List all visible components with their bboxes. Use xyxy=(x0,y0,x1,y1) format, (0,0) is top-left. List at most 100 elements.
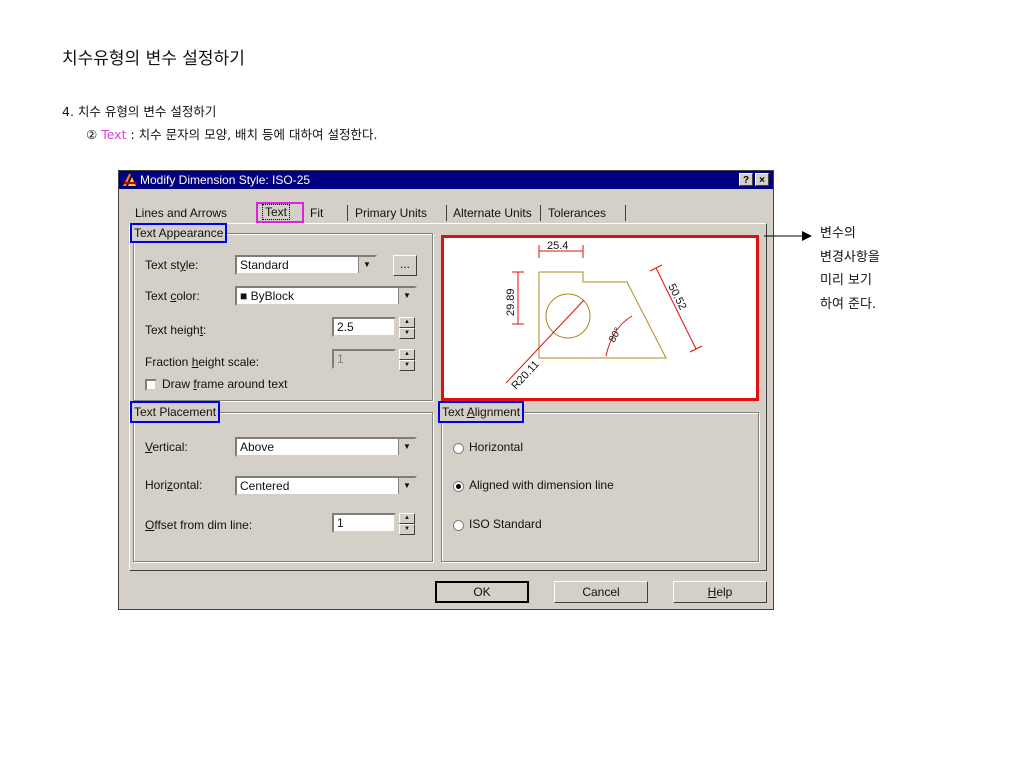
tab-tolerances[interactable]: Tolerances xyxy=(544,204,610,222)
preview-panel: 25.4 29.89 50.52 80° R20.11 xyxy=(441,235,759,401)
subtitle: ② Text : 치수 문자의 모양, 배치 등에 대하여 설정한다. xyxy=(86,124,377,143)
dim-ext-right xyxy=(649,264,663,272)
label-part: lignment xyxy=(474,405,521,419)
vertical-value: Above xyxy=(240,440,275,454)
autocad-app-icon xyxy=(123,174,136,186)
spin-up-icon[interactable]: ▲ xyxy=(399,349,415,360)
subtitle-keyword: Text xyxy=(101,127,127,142)
fraction-height-input[interactable]: 1 xyxy=(332,349,396,369)
subtitle-rest: : 치수 문자의 모양, 배치 등에 대하여 설정한다. xyxy=(126,127,378,142)
text-height-input[interactable]: 2.5 xyxy=(332,317,396,337)
label-part: Fraction xyxy=(145,355,192,369)
side-note-line: 미리 보기 xyxy=(820,273,872,288)
label-part: Text heigh xyxy=(145,323,200,337)
side-note-line: 변수의 xyxy=(820,226,856,241)
label-part: Text xyxy=(145,289,171,303)
fraction-height-label: Fraction height scale: xyxy=(145,355,259,369)
dimension-preview-drawing: 25.4 29.89 50.52 80° R20.11 xyxy=(505,240,703,393)
draw-frame-checkbox[interactable] xyxy=(145,379,157,391)
side-note-line: 하여 준다. xyxy=(820,296,877,312)
text-style-label: Text style: xyxy=(145,258,198,272)
tab-alternate-units[interactable]: Alternate Units xyxy=(449,204,536,222)
text-color-select[interactable]: ■ ByBlock ▼ xyxy=(235,286,417,306)
dim-text-right: 50.52 xyxy=(665,282,688,312)
horizontal-label: Horizontal: xyxy=(145,478,202,492)
radio-iso-standard-label: ISO Standard xyxy=(469,517,542,531)
text-color-value: ByBlock xyxy=(250,289,294,303)
close-icon[interactable]: × xyxy=(755,173,769,186)
text-placement-legend: Text Placement xyxy=(130,401,221,423)
dim-text-radius: R20.11 xyxy=(509,359,541,393)
text-appearance-legend: Text Appearance xyxy=(130,223,228,243)
text-style-browse-button[interactable]: ... xyxy=(393,255,417,276)
vertical-label: Vertical: xyxy=(145,440,188,454)
tab-fit[interactable]: Fit xyxy=(306,204,327,222)
color-swatch-icon: ■ xyxy=(240,289,248,303)
spin-up-icon[interactable]: ▲ xyxy=(399,317,415,328)
text-height-spinner[interactable]: ▲ ▼ xyxy=(399,317,415,339)
dim-text-top: 25.4 xyxy=(547,240,568,252)
dim-ext-right xyxy=(689,345,703,353)
label-part: eight scale: xyxy=(198,355,260,369)
label-part: ertical: xyxy=(152,440,188,454)
label-part: ontal: xyxy=(173,478,203,492)
text-alignment-legend: Text Alignment xyxy=(438,401,525,423)
tab-primary-units[interactable]: Primary Units xyxy=(351,204,431,222)
spin-down-icon[interactable]: ▼ xyxy=(399,360,415,371)
tab-separator xyxy=(540,205,541,221)
fraction-height-spinner[interactable]: ▲ ▼ xyxy=(399,349,415,371)
chevron-down-icon[interactable]: ▼ xyxy=(398,439,415,455)
text-style-select[interactable]: Standard ▼ xyxy=(235,255,377,275)
chevron-down-icon[interactable]: ▼ xyxy=(358,257,375,273)
chevron-down-icon[interactable]: ▼ xyxy=(398,478,415,494)
dim-text-left: 29.89 xyxy=(505,288,517,316)
dialog-titlebar[interactable]: Modify Dimension Style: ISO-25 ? × xyxy=(119,171,773,189)
help-button[interactable]: Help xyxy=(673,581,767,603)
label-part: olor: xyxy=(176,289,200,303)
radio-aligned[interactable] xyxy=(453,481,464,492)
horizontal-value: Centered xyxy=(240,479,290,493)
tab-separator xyxy=(347,205,348,221)
label-mnemonic: O xyxy=(145,518,155,532)
text-height-label: Text height: xyxy=(145,323,206,337)
spin-down-icon[interactable]: ▼ xyxy=(399,328,415,339)
cancel-button[interactable]: Cancel xyxy=(554,581,648,603)
radio-aligned-label: Aligned with dimension line xyxy=(469,478,614,492)
label-part: rame around text xyxy=(196,377,288,391)
side-note-line: 변경사항을 xyxy=(820,249,880,265)
label-part: Draw xyxy=(162,377,194,391)
modify-dimension-style-dialog: Modify Dimension Style: ISO-25 ? × Lines… xyxy=(118,170,774,610)
text-style-value: Standard xyxy=(240,258,289,272)
label-part: Text xyxy=(442,405,467,419)
tab-lines-and-arrows[interactable]: Lines and Arrows xyxy=(131,204,231,222)
label-part: : xyxy=(203,323,207,337)
label-part: Hori xyxy=(145,478,168,492)
spin-down-icon[interactable]: ▼ xyxy=(399,524,415,535)
label-part: ffset from dim line: xyxy=(154,518,253,532)
radio-iso-standard[interactable] xyxy=(453,520,464,531)
label-part: le: xyxy=(185,258,199,272)
ok-button[interactable]: OK xyxy=(435,581,529,603)
tab-text[interactable]: Text xyxy=(256,202,304,223)
radio-horizontal[interactable] xyxy=(453,443,464,454)
page-title: 치수유형의 변수 설정하기 xyxy=(62,49,245,69)
offset-input[interactable]: 1 xyxy=(332,513,396,533)
offset-label: Offset from dim line: xyxy=(145,518,252,532)
tab-separator xyxy=(625,205,626,221)
spin-up-icon[interactable]: ▲ xyxy=(399,513,415,524)
offset-spinner[interactable]: ▲ ▼ xyxy=(399,513,415,535)
tab-text-label: Text xyxy=(262,204,291,220)
label-mnemonic: A xyxy=(466,405,475,419)
horizontal-select[interactable]: Centered ▼ xyxy=(235,476,417,496)
dialog-title: Modify Dimension Style: ISO-25 xyxy=(140,173,311,187)
side-note: 변수의 변경사항을 미리 보기 하여 준다. xyxy=(820,222,880,316)
chevron-down-icon[interactable]: ▼ xyxy=(398,288,415,304)
draw-frame-label: Draw frame around text xyxy=(162,377,287,391)
tab-separator xyxy=(446,205,447,221)
preview-outline xyxy=(538,271,667,359)
section-title: 4. 치수 유형의 변수 설정하기 xyxy=(62,104,217,119)
text-color-label: Text color: xyxy=(145,289,200,303)
help-question-icon[interactable]: ? xyxy=(739,173,753,186)
vertical-select[interactable]: Above ▼ xyxy=(235,437,417,457)
arrow-right-icon xyxy=(764,231,812,241)
